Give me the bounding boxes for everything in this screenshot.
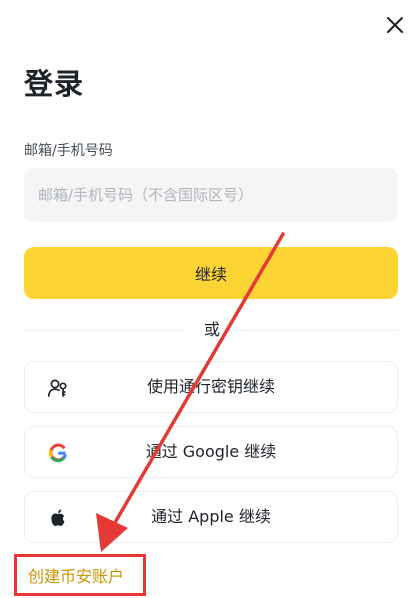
passkey-button-label: 使用通行密钥继续 <box>146 377 275 396</box>
close-button[interactable] <box>380 12 410 42</box>
continue-button[interactable]: 继续 <box>24 247 398 299</box>
divider-text: 或 <box>203 320 220 339</box>
google-continue-button[interactable]: 通过 Google 继续 <box>24 426 398 478</box>
create-account-link[interactable]: 创建币安账户 <box>28 566 124 588</box>
email-phone-input[interactable] <box>24 168 398 222</box>
apple-continue-button[interactable]: 通过 Apple 继续 <box>24 491 398 543</box>
google-button-label: 通过 Google 继续 <box>145 442 277 461</box>
divider-line-left <box>24 330 184 331</box>
passkey-continue-button[interactable]: 使用通行密钥继续 <box>24 361 398 413</box>
apple-button-label: 通过 Apple 继续 <box>151 507 271 526</box>
continue-button-label: 继续 <box>194 265 227 284</box>
or-divider: 或 <box>24 318 398 342</box>
page-title: 登录 <box>24 67 85 101</box>
close-icon <box>386 16 404 38</box>
divider-line-right <box>226 330 398 331</box>
email-field-label: 邮箱/手机号码 <box>24 143 113 159</box>
